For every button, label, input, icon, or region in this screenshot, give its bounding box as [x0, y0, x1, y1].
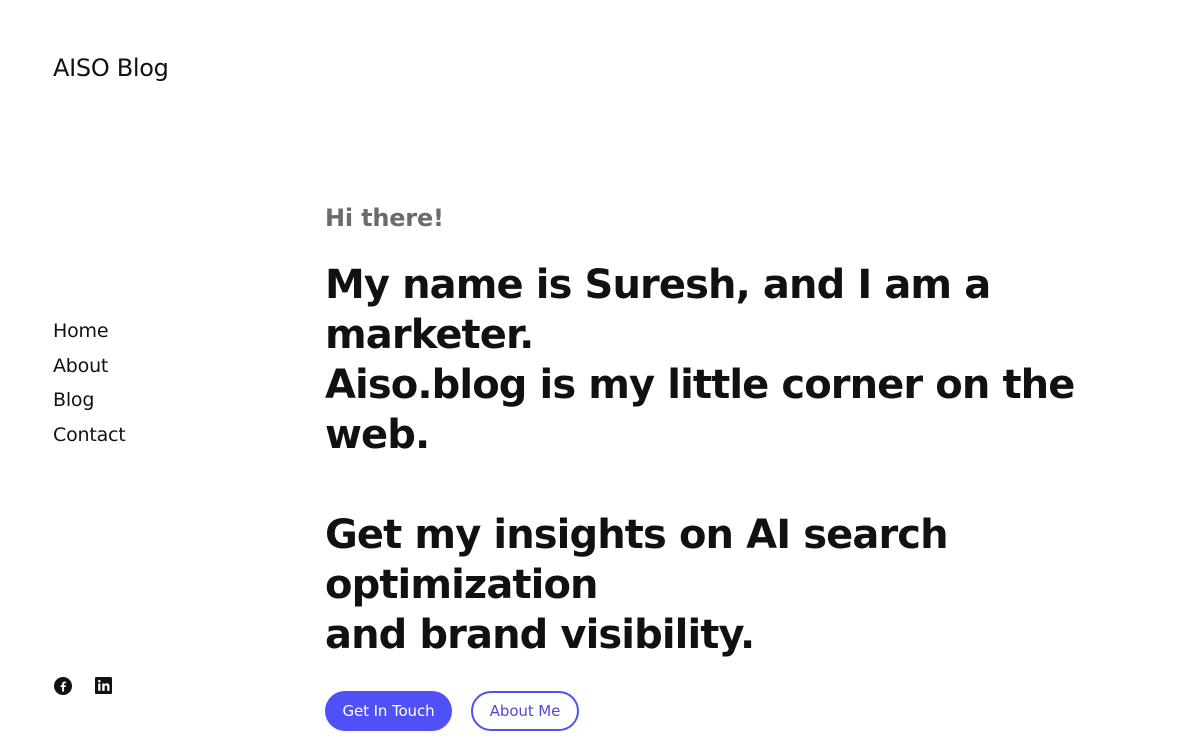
- facebook-icon: [54, 677, 72, 695]
- cta-buttons: Get In Touch About Me: [325, 691, 1155, 731]
- pitch-line-1: Get my insights on AI search optimizatio…: [325, 512, 949, 608]
- nav-item-blog[interactable]: Blog: [53, 383, 126, 418]
- facebook-link[interactable]: [54, 677, 72, 695]
- hero-section: Hi there! My name is Suresh, and I am a …: [325, 200, 1155, 731]
- pitch-heading: Get my insights on AI search optimizatio…: [325, 510, 1155, 660]
- page: AISO Blog Home About Blog Contact Hi the…: [0, 0, 1200, 750]
- social-links: [54, 677, 113, 695]
- site-title-link[interactable]: AISO Blog: [53, 52, 169, 84]
- intro-line-1: My name is Suresh, and I am a marketer.: [325, 262, 991, 358]
- pitch-line-2: and brand visibility.: [325, 612, 755, 658]
- nav-item-contact[interactable]: Contact: [53, 418, 126, 453]
- main-navigation: Home About Blog Contact: [53, 314, 126, 452]
- nav-item-home[interactable]: Home: [53, 314, 126, 349]
- greeting: Hi there!: [325, 204, 444, 232]
- linkedin-icon: [95, 677, 112, 694]
- intro-line-2: Aiso.blog is my little corner on the web…: [325, 362, 1075, 458]
- intro-heading: My name is Suresh, and I am a marketer. …: [325, 260, 1155, 460]
- nav-item-about[interactable]: About: [53, 349, 126, 384]
- linkedin-link[interactable]: [95, 677, 113, 695]
- about-me-button[interactable]: About Me: [471, 691, 579, 731]
- get-in-touch-button[interactable]: Get In Touch: [325, 691, 452, 731]
